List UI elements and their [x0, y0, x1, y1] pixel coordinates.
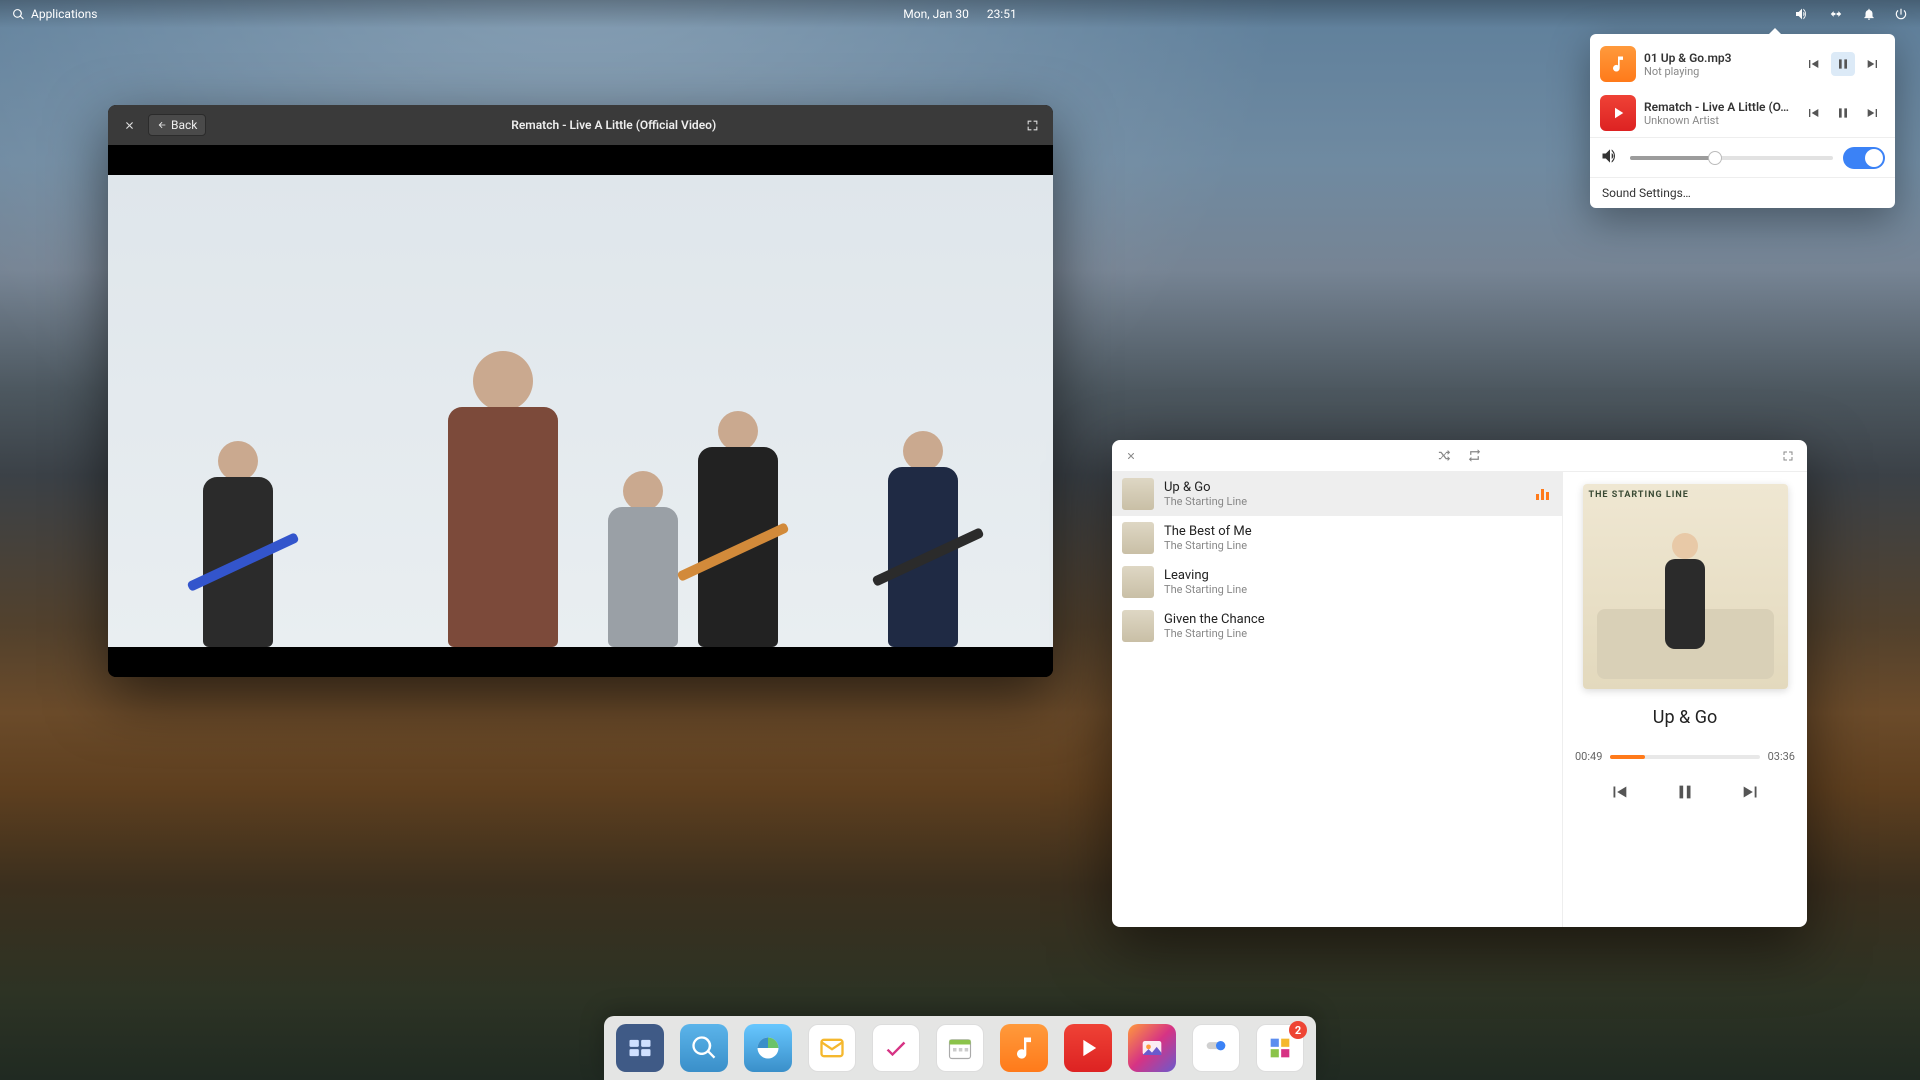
top-panel: Applications Mon, Jan 30 23:51 — [0, 0, 1920, 28]
track-title: Given the Chance — [1164, 612, 1552, 627]
next-button[interactable] — [1861, 52, 1885, 76]
track-thumb — [1122, 566, 1154, 598]
video-header: Back Rematch - Live A Little (Official V… — [108, 105, 1053, 145]
track-artist: The Starting Line — [1164, 583, 1552, 596]
dock: 2 — [604, 1016, 1316, 1080]
track-title: Leaving — [1164, 568, 1552, 583]
dock-music[interactable] — [1000, 1024, 1048, 1072]
pause-button[interactable] — [1674, 781, 1696, 807]
playlist-item[interactable]: Given the Chance The Starting Line — [1112, 604, 1562, 648]
back-button[interactable]: Back — [148, 114, 206, 136]
fullscreen-button[interactable] — [1777, 445, 1799, 467]
music-header — [1112, 440, 1807, 472]
panel-time[interactable]: 23:51 — [987, 7, 1017, 21]
playlist-item[interactable]: Leaving The Starting Line — [1112, 560, 1562, 604]
dock-search[interactable] — [680, 1024, 728, 1072]
now-playing-indicator-icon — [1536, 488, 1552, 500]
power-icon[interactable] — [1894, 7, 1908, 21]
pause-button[interactable] — [1831, 101, 1855, 125]
dock-videos[interactable] — [1064, 1024, 1112, 1072]
now-playing-title: Up & Go — [1653, 707, 1717, 728]
playlist-item[interactable]: Up & Go The Starting Line — [1112, 472, 1562, 516]
track-thumb — [1122, 478, 1154, 510]
output-toggle[interactable] — [1843, 147, 1885, 169]
notifications-icon[interactable] — [1862, 7, 1876, 21]
shuffle-button[interactable] — [1434, 445, 1456, 467]
music-app-icon — [1600, 46, 1636, 82]
dock-appcenter[interactable]: 2 — [1256, 1024, 1304, 1072]
playlist-item[interactable]: The Best of Me The Starting Line — [1112, 516, 1562, 560]
volume-slider[interactable] — [1630, 156, 1833, 160]
close-button[interactable] — [1120, 445, 1142, 467]
prev-button[interactable] — [1608, 781, 1630, 807]
media-subtitle: Unknown Artist — [1644, 114, 1793, 127]
album-cover-text: THE STARTING LINE — [1589, 490, 1782, 500]
next-button[interactable] — [1740, 781, 1762, 807]
back-label: Back — [171, 118, 197, 132]
dock-badge: 2 — [1289, 1021, 1307, 1039]
prev-button[interactable] — [1801, 101, 1825, 125]
close-button[interactable] — [118, 114, 140, 136]
dock-photos[interactable] — [1128, 1024, 1176, 1072]
media-subtitle: Not playing — [1644, 65, 1793, 78]
dock-calendar[interactable] — [936, 1024, 984, 1072]
media-row: Rematch - Live A Little (O… Unknown Arti… — [1590, 88, 1895, 137]
pause-button[interactable] — [1831, 52, 1855, 76]
track-thumb — [1122, 522, 1154, 554]
now-playing-pane: THE STARTING LINE Up & Go 00:49 03:36 — [1562, 472, 1807, 927]
seek-slider[interactable] — [1610, 755, 1759, 759]
elapsed-time: 00:49 — [1575, 750, 1602, 763]
volume-speaker-icon[interactable] — [1600, 146, 1620, 169]
video-viewport[interactable] — [108, 145, 1053, 677]
music-player-window: Up & Go The Starting Line The Best of Me… — [1112, 440, 1807, 927]
track-thumb — [1122, 610, 1154, 642]
applications-menu[interactable]: Applications — [31, 7, 97, 21]
track-artist: The Starting Line — [1164, 539, 1552, 552]
media-title: Rematch - Live A Little (O… — [1644, 100, 1793, 114]
album-cover: THE STARTING LINE — [1583, 484, 1788, 689]
track-artist: The Starting Line — [1164, 495, 1526, 508]
track-artist: The Starting Line — [1164, 627, 1552, 640]
media-row: 01 Up & Go.mp3 Not playing — [1590, 40, 1895, 88]
track-title: Up & Go — [1164, 480, 1526, 495]
volume-row — [1590, 137, 1895, 177]
repeat-button[interactable] — [1464, 445, 1486, 467]
playlist: Up & Go The Starting Line The Best of Me… — [1112, 472, 1562, 927]
sound-settings-link[interactable]: Sound Settings… — [1590, 177, 1895, 208]
search-icon[interactable] — [12, 8, 25, 21]
video-content — [108, 175, 1053, 647]
sound-popover: 01 Up & Go.mp3 Not playing Rematch - Liv… — [1590, 34, 1895, 208]
next-button[interactable] — [1861, 101, 1885, 125]
media-title: 01 Up & Go.mp3 — [1644, 51, 1793, 65]
fullscreen-button[interactable] — [1021, 114, 1043, 136]
total-time: 03:36 — [1768, 750, 1795, 763]
track-title: The Best of Me — [1164, 524, 1552, 539]
dock-browser[interactable] — [744, 1024, 792, 1072]
prev-button[interactable] — [1801, 52, 1825, 76]
video-player-window: Back Rematch - Live A Little (Official V… — [108, 105, 1053, 677]
dock-tasks[interactable] — [872, 1024, 920, 1072]
panel-date[interactable]: Mon, Jan 30 — [903, 7, 969, 21]
volume-icon[interactable] — [1794, 6, 1810, 22]
network-icon[interactable] — [1828, 7, 1844, 21]
video-app-icon — [1600, 95, 1636, 131]
video-title: Rematch - Live A Little (Official Video) — [214, 118, 1013, 132]
dock-settings[interactable] — [1192, 1024, 1240, 1072]
dock-mail[interactable] — [808, 1024, 856, 1072]
dock-multitasking[interactable] — [616, 1024, 664, 1072]
